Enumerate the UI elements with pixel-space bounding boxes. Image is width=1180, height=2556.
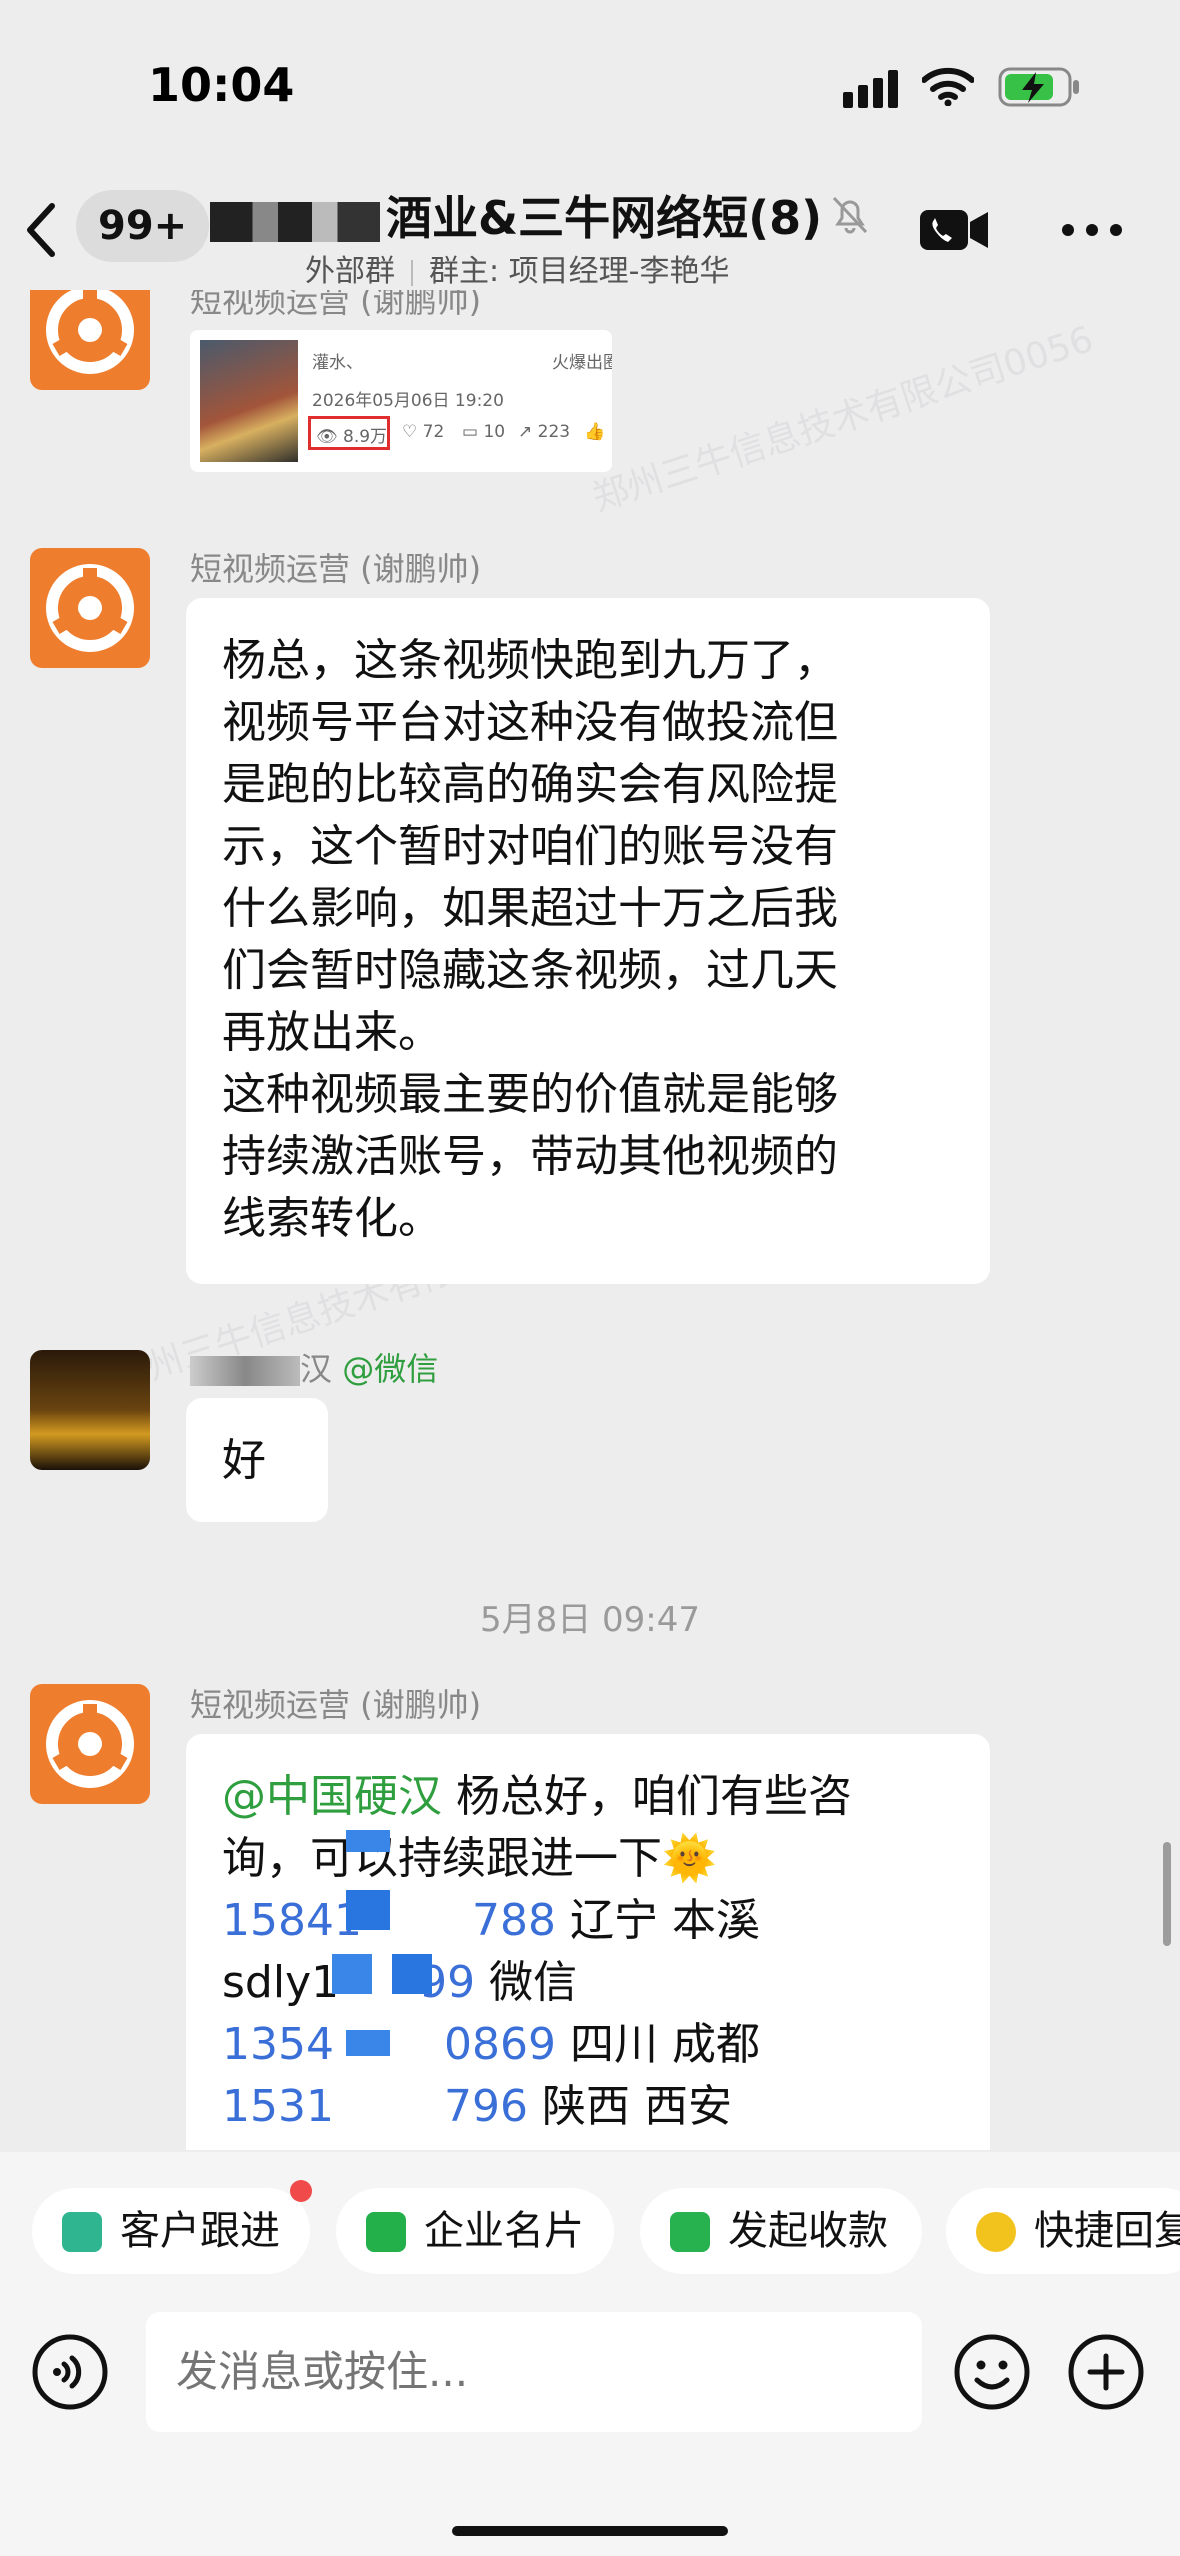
chat-header: 99+ 酒业&三牛网络短(8) 外部群 群主: 项目经理-李艳华 (0, 170, 1180, 290)
likes-count: 72 (422, 422, 445, 442)
scrollbar[interactable] (1163, 1842, 1171, 1946)
company-logo-icon (46, 290, 134, 374)
sender-name: 汉 @微信 (190, 1344, 438, 1390)
card-title-right: 火爆出圈。 (552, 353, 612, 373)
watermark: 郑州三牛信息技术有限公司0056 (587, 318, 1099, 520)
mute-bell-icon (832, 196, 868, 234)
redaction-mask (210, 201, 380, 242)
message-bubble[interactable]: 杨总，这条视频快跑到九万了， 视频号平台对这种没有做投流但 是跑的比较高的确实会… (186, 598, 990, 1284)
message-bubble[interactable]: 好 (186, 1398, 328, 1522)
chip-label: 企业名片 (424, 2208, 584, 2254)
collect-payment-button[interactable]: 发起收款 (640, 2188, 922, 2274)
avatar[interactable] (30, 1684, 150, 1804)
lead-location: 四川 成都 (569, 2019, 760, 2070)
external-group-tag: 外部群 (305, 254, 395, 289)
card-likes: ♡ 72 (402, 422, 445, 442)
group-title[interactable]: 酒业&三牛网络短(8) (210, 182, 830, 248)
unread-count-badge[interactable]: 99+ (76, 190, 210, 262)
quick-reply-button[interactable]: 快捷回复 (946, 2188, 1180, 2274)
yuan-shield-icon (670, 2212, 710, 2252)
customer-followup-icon (62, 2212, 102, 2252)
notification-dot (290, 2180, 312, 2202)
phone-video-call-icon[interactable] (918, 206, 990, 254)
message-text: 杨总，这条视频快跑到九万了， 视频号平台对这种没有做投流但 是跑的比较高的确实会… (222, 635, 838, 1244)
back-chevron-icon[interactable] (22, 200, 62, 260)
mosaic-redaction (332, 1830, 452, 2130)
cellular-signal-icon (843, 70, 898, 108)
wifi-icon (922, 67, 974, 106)
card-comments: ▭ 10 (462, 422, 506, 442)
sender-name-suffix: 汉 (300, 1350, 333, 1388)
lead-location: 辽宁 本溪 (569, 1895, 760, 1946)
favorites-count: 127 (611, 422, 612, 442)
avatar[interactable] (30, 1350, 150, 1470)
company-logo-icon (46, 1700, 134, 1788)
time-divider: 5月8日 09:47 (479, 1600, 701, 1640)
card-views: 👁 8.9万 (316, 427, 388, 447)
customer-followup-button[interactable]: 客户跟进 (32, 2188, 310, 2274)
redaction-mask (190, 1356, 300, 1386)
message-text: @中国硬汉 杨总好，咱们有些咨 询，可以持续跟进一下🌞 15841 788 辽宁 … (186, 1734, 990, 2150)
chip-label: 快捷回复 (1034, 2208, 1180, 2254)
lead-location: 微信 (489, 1957, 578, 2008)
avatar[interactable] (30, 290, 150, 390)
lead-row: 15841 788 辽宁 本溪 (222, 1895, 760, 1946)
chip-label: 客户跟进 (120, 2208, 280, 2254)
card-title-left: 灌水、 (312, 353, 363, 373)
message-input[interactable] (146, 2312, 922, 2432)
lead-location: 陕西 西安 (541, 2081, 732, 2132)
chat-message-list[interactable]: 郑州三牛信息技术有限公司0056 郑州三牛信息技术有限公司0056 郑州三牛信息… (0, 290, 1180, 2150)
card-date: 2026年05月06日 19:20 (312, 391, 504, 411)
company-logo-icon (46, 564, 134, 652)
quick-reply-icon (976, 2212, 1016, 2252)
status-bar: 10:04 (0, 0, 1180, 170)
more-options-icon[interactable] (1060, 222, 1124, 238)
card-favorites: 👍 127 (584, 422, 612, 442)
sender-name: 短视频运营 (谢鹏帅) (190, 550, 482, 588)
video-thumbnail (200, 340, 298, 462)
video-share-card[interactable]: 灌水、 火爆出圈。 2026年05月06日 19:20 👁 8.9万 ♡ 72 … (190, 330, 612, 472)
plus-icon[interactable] (1066, 2332, 1146, 2412)
quick-action-bar: 客户跟进 企业名片 发起收款 快捷回复 (0, 2152, 1180, 2308)
lead-row: 1354 0869 四川 成都 (222, 2019, 760, 2070)
message-text: 好 (222, 1435, 266, 1486)
comments-count: 10 (483, 422, 506, 442)
card-shares: ↗ 223 (518, 422, 571, 442)
company-card-button[interactable]: 企业名片 (336, 2188, 614, 2274)
company-card-icon (366, 2212, 406, 2252)
group-title-text: 酒业&三牛网络短(8) (386, 191, 823, 245)
message-input-bar (0, 2308, 1180, 2556)
chip-label: 发起收款 (728, 2208, 888, 2254)
group-subtitle: 外部群 群主: 项目经理-李艳华 (305, 246, 729, 290)
emoji-icon[interactable] (952, 2332, 1032, 2412)
group-owner: 群主: 项目经理-李艳华 (429, 254, 730, 289)
status-time: 10:04 (148, 58, 295, 112)
shares-count: 223 (537, 422, 571, 442)
mention[interactable]: @中国硬汉 (222, 1771, 442, 1822)
avatar[interactable] (30, 548, 150, 668)
battery-charging-icon (998, 67, 1079, 107)
sender-name: 短视频运营 (谢鹏帅) (190, 290, 482, 320)
lead-row: 1531 796 陕西 西安 (222, 2081, 732, 2132)
wechat-tag: @微信 (342, 1350, 439, 1388)
voice-input-icon[interactable] (30, 2332, 110, 2412)
message-bubble[interactable]: @中国硬汉 杨总好，咱们有些咨 询，可以持续跟进一下🌞 15841 788 辽宁 … (186, 1734, 990, 2150)
sender-name: 短视频运营 (谢鹏帅) (190, 1686, 482, 1724)
home-indicator (452, 2526, 728, 2536)
views-count: 8.9万 (343, 427, 388, 447)
